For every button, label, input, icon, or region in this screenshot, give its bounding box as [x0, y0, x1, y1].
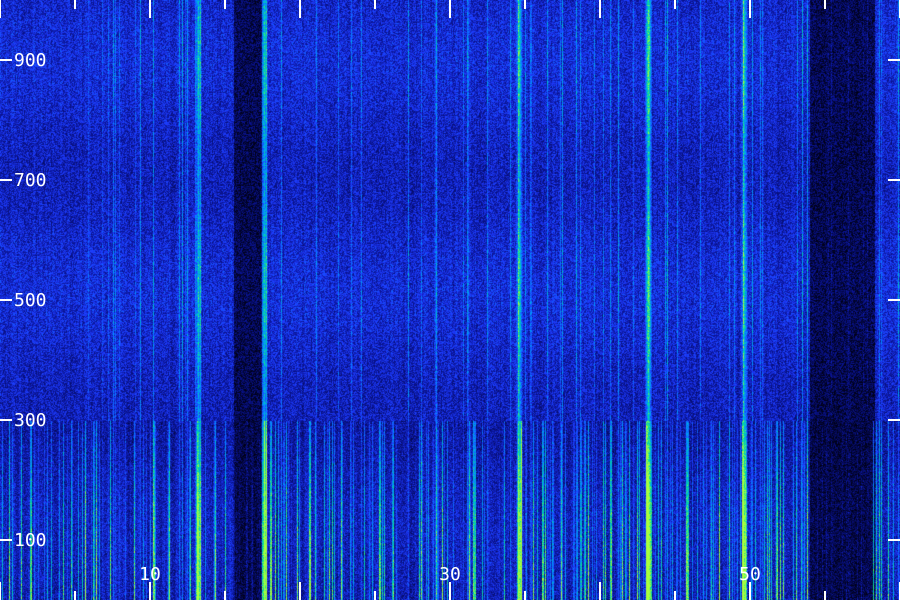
- x-axis-tick-labels: 10 30 50: [139, 564, 761, 585]
- y-tick-label: 900: [14, 50, 47, 71]
- y-axis-tick-labels: 100 300 500 700 900: [14, 50, 47, 551]
- y-axis-ticks: [0, 59, 900, 541]
- x-tick-label: 50: [739, 564, 761, 585]
- y-tick-label: 300: [14, 410, 47, 431]
- axis-overlay: 10 30 50 100 300 500 700 900: [0, 0, 900, 600]
- y-tick-label: 500: [14, 290, 47, 311]
- spectrogram-chart: 10 30 50 100 300 500 700 900: [0, 0, 900, 600]
- x-tick-label: 10: [139, 564, 161, 585]
- x-tick-label: 30: [439, 564, 461, 585]
- x-axis-ticks: [0, 0, 900, 600]
- y-tick-label: 700: [14, 170, 47, 191]
- y-tick-label: 100: [14, 530, 47, 551]
